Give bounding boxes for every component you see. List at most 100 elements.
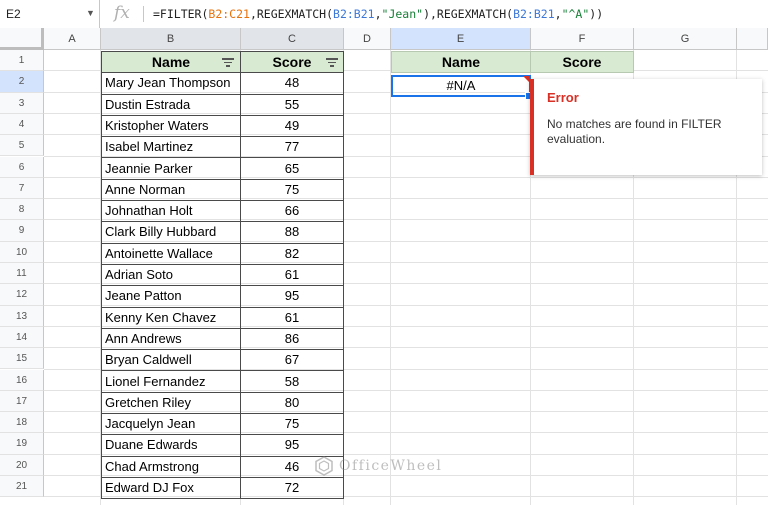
result-header-score[interactable]: Score <box>530 51 634 73</box>
name-cell[interactable]: Dustin Estrada <box>101 93 241 116</box>
score-cell[interactable]: 67 <box>240 349 344 372</box>
row-header-5[interactable]: 5 <box>0 135 44 157</box>
formula-string: "Jean" <box>381 7 424 21</box>
row-header-8[interactable]: 8 <box>0 199 44 221</box>
fx-icon: fx <box>114 3 130 23</box>
watermark-text: OfficeWheel <box>339 458 443 474</box>
formula-range-ref: B2:B21 <box>513 7 555 21</box>
header-name-cell[interactable]: Name <box>101 51 241 73</box>
row-header-1[interactable]: 1 <box>0 50 44 72</box>
score-cell[interactable]: 75 <box>240 178 344 202</box>
filter-icon[interactable] <box>326 57 338 67</box>
score-cell[interactable]: 95 <box>240 434 344 457</box>
row-header-19[interactable]: 19 <box>0 433 44 455</box>
formula-text: ,REGEXMATCH( <box>249 7 334 21</box>
name-cell[interactable]: Kenny Ken Chavez <box>101 306 241 329</box>
score-cell[interactable]: 58 <box>240 370 344 393</box>
column-header-b[interactable]: B <box>101 28 241 50</box>
header-score-label: Score <box>272 54 312 70</box>
name-cell[interactable]: Jacquelyn Jean <box>101 413 241 436</box>
score-cell[interactable]: 48 <box>240 72 344 95</box>
select-all-corner[interactable] <box>0 28 44 50</box>
grid-column-line <box>390 50 391 505</box>
row-header-2[interactable]: 2 <box>0 71 44 93</box>
column-header-f[interactable]: F <box>531 28 634 50</box>
score-cell[interactable]: 82 <box>240 242 344 265</box>
row-header-13[interactable]: 13 <box>0 305 44 327</box>
error-message: No matches are found in FILTER evaluatio… <box>547 117 722 146</box>
row-header-3[interactable]: 3 <box>0 92 44 114</box>
result-header-name[interactable]: Name <box>391 51 531 73</box>
formula-string: "^A" <box>561 7 590 21</box>
formula-range-ref: B2:B21 <box>333 7 375 21</box>
name-box[interactable]: E2 ▼ <box>0 0 100 28</box>
name-cell[interactable]: Chad Armstrong <box>101 455 241 478</box>
name-cell[interactable]: Isabel Martinez <box>101 136 241 159</box>
row-header-18[interactable]: 18 <box>0 412 44 434</box>
formula-text: , <box>554 7 562 21</box>
formula-input[interactable]: =FILTER(B2:C21,REGEXMATCH(B2:B21,"Jean")… <box>153 7 603 21</box>
name-cell[interactable]: Clark Billy Hubbard <box>101 221 241 244</box>
score-cell[interactable]: 61 <box>240 264 344 287</box>
filter-icon[interactable] <box>222 57 234 67</box>
name-cell[interactable]: Kristopher Waters <box>101 114 241 138</box>
column-header-a[interactable]: A <box>44 28 101 50</box>
header-name-label: Name <box>151 54 191 70</box>
name-cell[interactable]: Adrian Soto <box>101 264 241 287</box>
formula-text: =FILTER( <box>153 7 209 21</box>
column-header-d[interactable]: D <box>344 28 391 50</box>
column-header-c[interactable]: C <box>241 28 344 50</box>
row-header-21[interactable]: 21 <box>0 476 44 498</box>
selection-outline <box>391 75 531 97</box>
chevron-down-icon[interactable]: ▼ <box>86 8 95 18</box>
row-header-14[interactable]: 14 <box>0 326 44 349</box>
name-cell[interactable]: Antoinette Wallace <box>101 242 241 265</box>
name-cell[interactable]: Duane Edwards <box>101 434 241 457</box>
name-cell[interactable]: Ann Andrews <box>101 327 241 351</box>
name-cell[interactable]: Gretchen Riley <box>101 391 241 415</box>
formula-text: )) <box>589 7 604 21</box>
score-cell[interactable]: 61 <box>240 306 344 329</box>
score-cell[interactable]: 55 <box>240 93 344 116</box>
row-header-4[interactable]: 4 <box>0 113 44 136</box>
score-cell[interactable]: 86 <box>240 327 344 351</box>
score-cell[interactable]: 66 <box>240 200 344 223</box>
score-cell[interactable]: 75 <box>240 413 344 436</box>
score-cell[interactable]: 49 <box>240 114 344 138</box>
row-header-9[interactable]: 9 <box>0 220 44 242</box>
score-cell[interactable]: 65 <box>240 157 344 180</box>
column-header-g[interactable]: G <box>634 28 737 50</box>
name-cell[interactable]: Edward DJ Fox <box>101 477 241 500</box>
column-header-e[interactable]: E <box>391 28 531 50</box>
formula-bar: E2 ▼ fx =FILTER(B2:C21,REGEXMATCH(B2:B21… <box>0 0 768 29</box>
formula-divider <box>143 6 144 22</box>
row-header-6[interactable]: 6 <box>0 156 44 178</box>
score-cell[interactable]: 80 <box>240 391 344 415</box>
name-cell[interactable]: Bryan Caldwell <box>101 349 241 372</box>
row-header-17[interactable]: 17 <box>0 390 44 413</box>
score-cell[interactable]: 72 <box>240 477 344 500</box>
score-cell[interactable]: 88 <box>240 221 344 244</box>
row-header-7[interactable]: 7 <box>0 177 44 200</box>
column-header-next[interactable] <box>737 28 768 50</box>
row-header-15[interactable]: 15 <box>0 348 44 370</box>
row-header-20[interactable]: 20 <box>0 454 44 476</box>
error-indicator-icon <box>523 76 530 83</box>
formula-text: ),REGEXMATCH( <box>423 7 514 21</box>
name-cell[interactable]: Anne Norman <box>101 178 241 202</box>
header-score-cell[interactable]: Score <box>240 51 344 73</box>
name-cell[interactable]: Johnathan Holt <box>101 200 241 223</box>
name-cell[interactable]: Mary Jean Thompson <box>101 72 241 95</box>
row-header-16[interactable]: 16 <box>0 369 44 391</box>
score-cell[interactable]: 77 <box>240 136 344 159</box>
formula-range-ref: B2:C21 <box>208 7 250 21</box>
name-cell[interactable]: Jeane Patton <box>101 285 241 308</box>
row-header-12[interactable]: 12 <box>0 284 44 306</box>
row-header-11[interactable]: 11 <box>0 263 44 285</box>
name-cell[interactable]: Jeannie Parker <box>101 157 241 180</box>
error-title: Error <box>547 90 579 105</box>
name-cell[interactable]: Lionel Fernandez <box>101 370 241 393</box>
score-cell[interactable]: 95 <box>240 285 344 308</box>
formula-text: , <box>374 7 382 21</box>
row-header-10[interactable]: 10 <box>0 241 44 263</box>
